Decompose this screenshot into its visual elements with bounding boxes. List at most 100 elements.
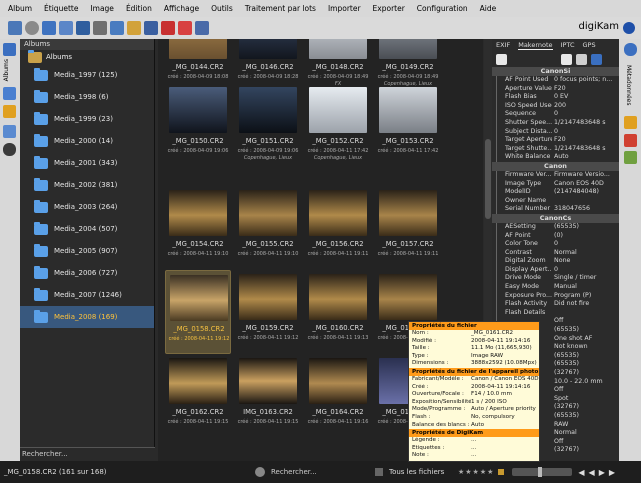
info-tab-icon[interactable]: [624, 43, 637, 56]
metadata-tab[interactable]: Makernote: [518, 41, 553, 50]
thumbnail-item[interactable]: _MG_0157.CR2 créé : 2008-04-11 19:11: [375, 186, 441, 270]
metadata-tabs: EXIF Makernote IPTC GPS: [492, 39, 619, 51]
thumbnail-item[interactable]: _MG_0156.CR2 créé : 2008-04-11 19:11: [305, 186, 371, 270]
thumbnail-item[interactable]: _MG_0153.CR2 créé : 2008-04-11 17:42: [375, 83, 441, 167]
metadata-tab[interactable]: EXIF: [496, 41, 510, 49]
menu-item[interactable]: Étiquette: [44, 4, 78, 13]
print-icon[interactable]: [576, 53, 587, 65]
album-item[interactable]: Media_1999 (23): [20, 108, 154, 130]
image-comment-icon[interactable]: [127, 21, 141, 35]
albums-root[interactable]: Albums: [20, 49, 154, 64]
album-item-label: Media_2004 (507): [54, 225, 118, 233]
menu-item[interactable]: Importer: [328, 4, 361, 13]
thumbnail-item[interactable]: _MG_0155.CR2 créé : 2008-04-11 19:10: [235, 186, 301, 270]
albums-tab-icon[interactable]: [3, 43, 16, 56]
metadata-row: ISO Speed Used 200: [492, 101, 619, 111]
tooltip-section-header: Propriétés de DigiKam: [409, 429, 539, 438]
tooltip-key: Étiquettes :: [412, 444, 445, 451]
album-item[interactable]: Media_2000 (14): [20, 130, 154, 152]
image-delete-icon[interactable]: [161, 21, 175, 35]
albums-tab-label[interactable]: Albums: [3, 59, 10, 81]
color-tab-icon[interactable]: [624, 134, 637, 147]
metadata-value: Off: [554, 317, 564, 325]
metadata-value: Did not fire: [554, 300, 590, 308]
status-search-input[interactable]: Rechercher...: [265, 468, 375, 476]
menu-item[interactable]: Traitement par lots: [245, 4, 316, 13]
save-icon[interactable]: [591, 53, 602, 65]
metadata-tab[interactable]: GPS: [583, 41, 596, 49]
image-preview-icon[interactable]: [93, 21, 107, 35]
thumbnail-image: [309, 39, 367, 59]
thumbnail-name: _MG_0144.CR2: [172, 63, 224, 71]
metadata-value: Program (P): [554, 291, 592, 299]
album-item[interactable]: Media_2002 (381): [20, 174, 154, 196]
calendar-tab-icon[interactable]: [3, 105, 16, 118]
thumbnail-item[interactable]: _MG_0158.CR2 créé : 2008-04-11 19:12: [165, 270, 231, 354]
forward-icon[interactable]: [25, 21, 39, 35]
search-tab-icon[interactable]: [3, 143, 16, 156]
album-item[interactable]: Media_2008 (169): [20, 306, 154, 328]
rating-filter[interactable]: ★★★★★: [458, 468, 494, 476]
thumbnail-name: _MG_0153.CR2: [382, 137, 434, 145]
back-icon[interactable]: [8, 21, 22, 35]
nav-prev-icon[interactable]: ◀: [589, 468, 595, 477]
document-icon[interactable]: [496, 53, 507, 65]
geolocation-tab-icon[interactable]: [624, 116, 637, 129]
thumbnail-item[interactable]: _MG_0151.CR2 créé : 2008-04-09 19:06 Copen…: [235, 83, 301, 167]
album-item[interactable]: Media_2007 (1246): [20, 284, 154, 306]
album-item[interactable]: Media_1997 (125): [20, 64, 154, 86]
nav-first-icon[interactable]: ◀: [578, 468, 584, 477]
album-new-icon[interactable]: [42, 21, 56, 35]
thumbnail-item[interactable]: _MG_0150.CR2 créé : 2008-04-09 19:06: [165, 83, 231, 167]
menu-item[interactable]: Affichage: [164, 4, 199, 13]
metadata-tab[interactable]: IPTC: [561, 41, 575, 49]
menu-item[interactable]: Configuration: [417, 4, 468, 13]
album-item[interactable]: Media_2001 (343): [20, 152, 154, 174]
album-item[interactable]: Media_2006 (727): [20, 262, 154, 284]
zoom-slider[interactable]: [512, 467, 573, 477]
tags-tab-icon[interactable]: [3, 87, 16, 100]
menu-item[interactable]: Édition: [126, 4, 152, 13]
slideshow-icon[interactable]: [178, 21, 192, 35]
zoom-slider-handle[interactable]: [538, 467, 543, 477]
tooltip-key: Flash :: [412, 413, 431, 420]
thumbnail-item[interactable]: _MG_0154.CR2 créé : 2008-04-11 19:10: [165, 186, 231, 270]
nav-next-icon[interactable]: ▶: [599, 468, 605, 477]
scrollbar-handle[interactable]: [485, 139, 491, 219]
app-brand: digiKam: [578, 21, 619, 32]
menu-item[interactable]: Album: [8, 4, 32, 13]
album-item[interactable]: Media_2005 (907): [20, 240, 154, 262]
metadata-key: White Balance: [496, 153, 552, 162]
thumbnail-item[interactable]: _MG_0152.CR2 créé : 2008-04-11 17:42 Copen…: [305, 83, 371, 167]
thumbnail-item[interactable]: _MG_0162.CR2 créé : 2008-04-11 19:15: [165, 354, 231, 438]
menu-item[interactable]: Exporter: [373, 4, 405, 13]
album-item[interactable]: Media_1998 (6): [20, 86, 154, 108]
album-item[interactable]: Media_2003 (264): [20, 196, 154, 218]
menu-item[interactable]: Image: [90, 4, 114, 13]
menu-item[interactable]: Outils: [211, 4, 233, 13]
metadata-section-header: CanonCs: [492, 213, 619, 223]
thumbnail-item[interactable]: _MG_0160.CR2 créé : 2008-04-11 19:13: [305, 270, 371, 354]
metadata-value: Auto: [554, 153, 569, 161]
thumbnail-item[interactable]: _MG_0159.CR2 créé : 2008-04-11 19:12: [235, 270, 301, 354]
album-properties-icon[interactable]: [59, 21, 73, 35]
file-filter-select[interactable]: Tous les fichiers: [383, 468, 458, 476]
tooltip-row: Exposition/Sensibilité :1 s / 200 ISO: [409, 399, 539, 407]
album-search-input[interactable]: Rechercher...: [20, 447, 155, 461]
album-delete-icon[interactable]: [76, 21, 90, 35]
menu-item[interactable]: Aide: [480, 4, 497, 13]
album-item[interactable]: Media_2004 (507): [20, 218, 154, 240]
metadata-tab-label[interactable]: Métadonnées: [625, 65, 632, 106]
thumbnail-name: _MG_0158.CR2: [173, 325, 225, 333]
fullscreen-icon[interactable]: [195, 21, 209, 35]
search-icon: [255, 467, 265, 477]
thumbnail-item[interactable]: _MG_0164.CR2 créé : 2008-04-11 19:16: [305, 354, 371, 438]
metadata-row: Serial Number 318047656: [492, 205, 619, 214]
image-edit-icon[interactable]: [110, 21, 124, 35]
image-properties-icon[interactable]: [144, 21, 158, 35]
list-view-icon[interactable]: [561, 53, 572, 65]
tags-editor-tab-icon[interactable]: [624, 151, 637, 164]
timeline-tab-icon[interactable]: [3, 125, 16, 138]
thumbnail-item[interactable]: IMG_0163.CR2 créé : 2008-04-11 19:15: [235, 354, 301, 438]
nav-last-icon[interactable]: ▶: [609, 468, 615, 477]
